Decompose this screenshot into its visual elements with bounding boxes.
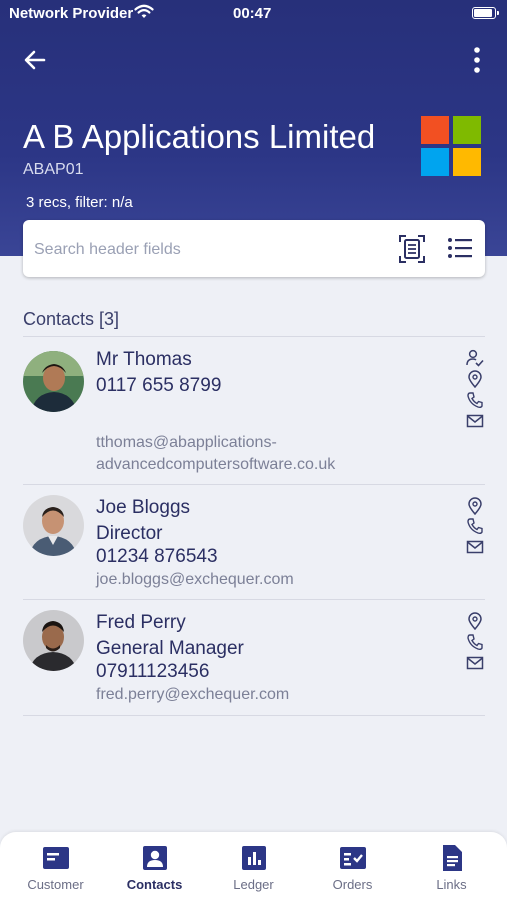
company-logo [421, 116, 481, 176]
tab-label: Ledger [233, 877, 274, 892]
document-icon [443, 845, 462, 871]
contact-name: Joe Bloggs [96, 497, 191, 518]
tab-orders[interactable]: Orders [302, 832, 403, 900]
tab-ledger[interactable]: Ledger [203, 832, 304, 900]
tab-links[interactable]: Links [401, 832, 502, 900]
contact-email-continued: advancedcomputersoftware.co.uk [96, 456, 336, 473]
contact-role: Director [96, 523, 163, 544]
location-pin-icon[interactable] [465, 370, 485, 388]
contacts-section-title: Contacts [3] [23, 309, 120, 329]
user-check-icon[interactable] [465, 349, 485, 367]
customer-card-icon [43, 847, 69, 869]
email-icon[interactable] [465, 538, 485, 556]
contact-email: tthomas@abapplications- [96, 434, 277, 451]
company-name: A B Applications Limited [23, 118, 376, 155]
contact-row-mr-thomas[interactable]: Mr Thomas 0117 655 8799 tthomas@abapplic… [0, 337, 507, 484]
more-options-icon[interactable] [465, 44, 489, 76]
wifi-icon [134, 4, 154, 18]
carrier-name: Network Provider [9, 5, 134, 22]
tab-customer[interactable]: Customer [5, 832, 106, 900]
contact-role: General Manager [96, 638, 244, 659]
contact-email: fred.perry@exchequer.com [96, 686, 290, 703]
contact-phone: 01234 876543 [96, 546, 218, 567]
contact-name: Mr Thomas [96, 349, 192, 370]
bar-chart-icon [242, 846, 266, 870]
avatar [23, 495, 84, 556]
tab-label: Contacts [126, 877, 183, 892]
company-code: ABAP01 [23, 161, 84, 178]
bottom-tab-bar: Customer Contacts Ledger Orders Links [0, 832, 507, 900]
contact-row-fred-perry[interactable]: Fred Perry General Manager 07911123456 f… [0, 600, 507, 715]
email-icon[interactable] [465, 654, 485, 672]
checklist-icon [340, 847, 366, 869]
contact-name: Fred Perry [96, 612, 186, 633]
phone-icon[interactable] [465, 517, 485, 535]
list-view-icon[interactable] [447, 236, 473, 260]
records-summary: 3 recs, filter: n/a [26, 194, 133, 211]
avatar [23, 351, 84, 412]
avatar [23, 610, 84, 671]
email-icon[interactable] [465, 412, 485, 430]
tab-label: Customer [27, 877, 84, 892]
search-input[interactable] [32, 234, 376, 266]
clock: 00:47 [233, 5, 272, 22]
scan-document-icon[interactable] [398, 234, 426, 264]
battery-icon [472, 7, 499, 19]
tab-label: Orders [332, 877, 373, 892]
phone-icon[interactable] [465, 391, 485, 409]
contact-email: joe.bloggs@exchequer.com [96, 571, 294, 588]
divider [23, 715, 485, 716]
status-bar: Network Provider 00:47 [0, 0, 507, 28]
search-bar [23, 220, 485, 277]
back-arrow-icon[interactable] [20, 46, 52, 74]
contact-phone: 0117 655 8799 [96, 375, 222, 396]
tab-contacts[interactable]: Contacts [104, 832, 205, 900]
contact-badge-icon [143, 846, 167, 870]
location-pin-icon[interactable] [465, 497, 485, 515]
location-pin-icon[interactable] [465, 612, 485, 630]
contact-phone: 07911123456 [96, 661, 210, 682]
tab-label: Links [436, 877, 467, 892]
contact-row-joe-bloggs[interactable]: Joe Bloggs Director 01234 876543 joe.blo… [0, 485, 507, 599]
phone-icon[interactable] [465, 633, 485, 651]
